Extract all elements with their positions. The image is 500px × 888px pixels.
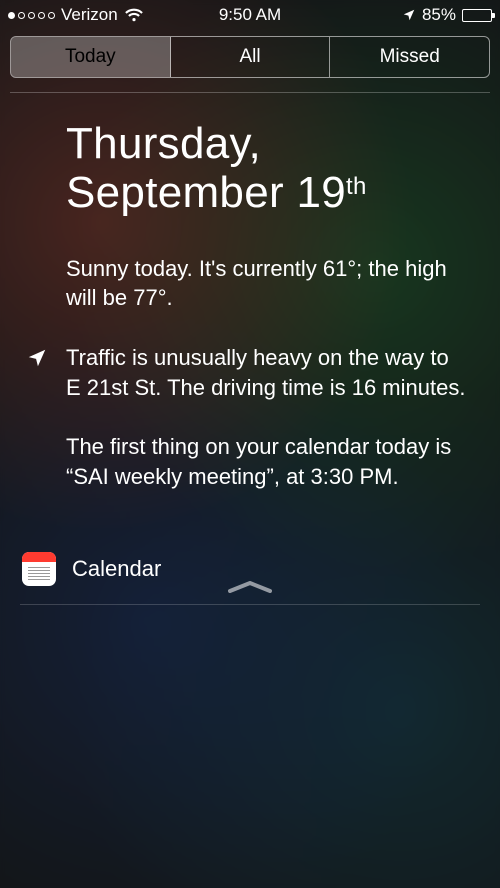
wifi-icon	[124, 8, 144, 22]
tab-today[interactable]: Today	[11, 37, 171, 77]
signal-strength-icon	[8, 12, 55, 19]
traffic-text: Traffic is unusually heavy on the way to…	[66, 345, 465, 400]
divider	[20, 604, 480, 605]
weather-summary: Sunny today. It's currently 61°; the hig…	[66, 254, 466, 313]
notification-tabs: Today All Missed	[10, 36, 490, 78]
date-monthday: September 19	[66, 168, 346, 217]
navigation-icon	[26, 347, 48, 377]
location-services-icon	[402, 8, 416, 22]
tab-all[interactable]: All	[171, 37, 331, 77]
battery-icon	[462, 9, 492, 22]
carrier-label: Verizon	[61, 5, 118, 25]
date-weekday: Thursday,	[66, 119, 261, 168]
divider	[10, 92, 490, 93]
date-heading: Thursday, September 19th	[66, 119, 490, 218]
traffic-summary: Traffic is unusually heavy on the way to…	[66, 343, 466, 402]
status-bar: Verizon 9:50 AM 85%	[0, 0, 500, 30]
battery-percent: 85%	[422, 5, 456, 25]
calendar-summary: The first thing on your calendar today i…	[66, 432, 466, 491]
drawer-grabber-icon[interactable]	[0, 579, 500, 597]
date-ordinal: th	[346, 173, 367, 200]
tab-missed[interactable]: Missed	[330, 37, 489, 77]
